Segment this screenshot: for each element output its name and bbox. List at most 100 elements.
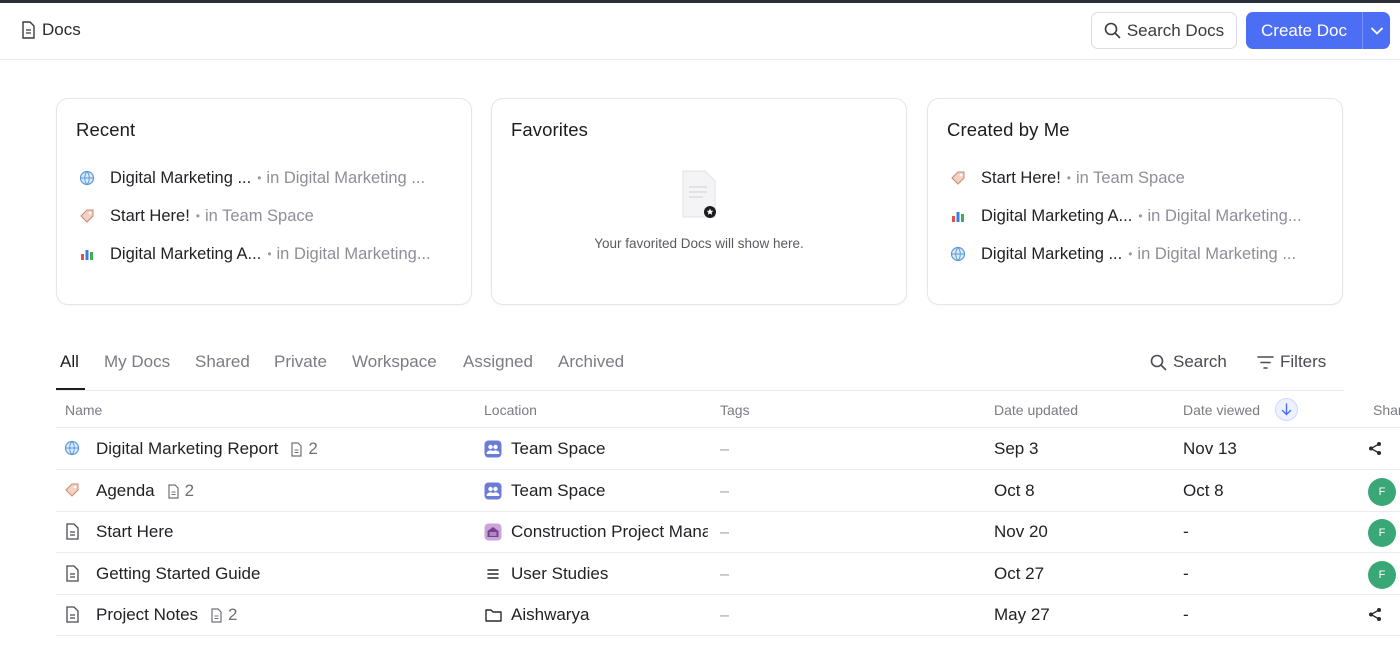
tag-icon (77, 208, 97, 224)
create-doc-dropdown[interactable] (1363, 27, 1390, 35)
avatar[interactable]: F (1368, 561, 1396, 589)
created-item[interactable]: Digital Marketing ... • in Digital Marke… (948, 235, 1326, 273)
created-item-location: in Digital Marketing... (1147, 206, 1302, 225)
table-row[interactable]: Digital Marketing Report 2 Team Space – S… (56, 428, 1400, 470)
column-name[interactable]: Name (65, 402, 102, 418)
separator-dot: • (1128, 247, 1133, 261)
doc-date-updated: Sep 3 (994, 439, 1039, 458)
table-row[interactable]: Project Notes 2 Aishwarya – May 27 - (56, 594, 1400, 636)
doc-location-label: User Studies (511, 564, 609, 583)
filter-icon (1257, 355, 1274, 369)
folder-icon (484, 606, 502, 624)
filters-button[interactable]: Filters (1257, 352, 1326, 372)
tab-shared[interactable]: Shared (195, 352, 250, 372)
column-date-updated[interactable]: Date updated (994, 402, 1078, 418)
filters-label: Filters (1280, 352, 1327, 371)
doc-name[interactable]: Getting Started Guide (96, 564, 260, 584)
doc-tags[interactable]: – (720, 605, 729, 625)
page-icon (168, 483, 179, 499)
created-item[interactable]: Digital Marketing A... • in Digital Mark… (948, 197, 1326, 235)
tab-workspace[interactable]: Workspace (352, 352, 437, 372)
doc-icon (22, 21, 35, 39)
separator-dot: • (1066, 171, 1071, 185)
doc-location[interactable]: Construction Project Mana (484, 522, 708, 542)
recent-item-location: in Digital Marketing ... (266, 168, 426, 187)
tab-assigned[interactable]: Assigned (463, 352, 533, 372)
doc-tags[interactable]: – (720, 481, 729, 501)
recent-item-location: in Team Space (204, 206, 314, 225)
page-icon (211, 607, 222, 623)
doc-location[interactable]: User Studies (484, 564, 708, 584)
avatar[interactable]: F (1368, 519, 1396, 547)
doc-name-label: Digital Marketing Report (96, 439, 279, 458)
created-item[interactable]: Start Here! • in Team Space (948, 159, 1326, 197)
separator-dot: • (195, 209, 200, 223)
separator-dot: • (1138, 209, 1143, 223)
column-location[interactable]: Location (484, 402, 537, 418)
bar-chart-icon (948, 208, 968, 224)
created-by-me-card: Created by Me Start Here! • in Team Spac… (927, 98, 1343, 305)
created-item-location: in Digital Marketing ... (1137, 244, 1297, 263)
page-title: Docs (20, 20, 81, 40)
recent-item[interactable]: Start Here! • in Team Space (77, 197, 455, 235)
doc-location[interactable]: Aishwarya (484, 605, 708, 625)
page-icon (291, 441, 302, 457)
doc-name-label: Getting Started Guide (96, 564, 261, 583)
favorites-empty-text: Your favorited Docs will show here. (594, 236, 804, 251)
globe-icon (64, 440, 82, 456)
doc-date-viewed: - (1183, 605, 1189, 624)
favorites-empty-state: Your favorited Docs will show here. (492, 169, 906, 251)
recent-item-name: Start Here! (110, 206, 190, 225)
created-item-name: Start Here! (981, 168, 1061, 187)
doc-name[interactable]: Project Notes 2 (96, 605, 238, 625)
subpage-count-value: 2 (228, 605, 238, 624)
doc-icon (64, 606, 82, 623)
tab-archived[interactable]: Archived (558, 352, 624, 372)
column-date-viewed[interactable]: Date viewed (1183, 402, 1260, 418)
tab-private[interactable]: Private (274, 352, 327, 372)
table-search-button[interactable]: Search (1150, 352, 1227, 372)
recent-item[interactable]: Digital Marketing ... • in Digital Marke… (77, 159, 455, 197)
doc-name[interactable]: Start Here (96, 522, 173, 542)
chevron-down-icon (1370, 27, 1383, 35)
tab-my-docs[interactable]: My Docs (104, 352, 170, 372)
separator-dot: • (267, 247, 272, 261)
doc-date-viewed: Oct 8 (1183, 481, 1224, 500)
doc-location[interactable]: Team Space (484, 439, 708, 459)
doc-tags[interactable]: – (720, 564, 729, 584)
doc-tags[interactable]: – (720, 439, 729, 459)
list-icon (484, 565, 502, 583)
column-sharing[interactable]: Shar (1373, 402, 1400, 418)
doc-icon (64, 565, 82, 582)
doc-location-label: Aishwarya (511, 605, 590, 624)
share-icon[interactable] (1368, 441, 1382, 456)
tab-all[interactable]: All (60, 352, 79, 372)
recent-item[interactable]: Digital Marketing A... • in Digital Mark… (77, 235, 455, 273)
search-icon (1150, 354, 1167, 370)
created-item-name: Digital Marketing ... (981, 244, 1123, 263)
shared-with[interactable]: F (1368, 478, 1396, 506)
doc-name[interactable]: Digital Marketing Report 2 (96, 439, 318, 459)
avatar[interactable]: F (1368, 478, 1396, 506)
doc-name[interactable]: Agenda 2 (96, 481, 194, 501)
table-row[interactable]: Agenda 2 Team Space – Oct 8 Oct 8 F (56, 470, 1400, 512)
table-row[interactable]: Start Here Construction Project Mana – N… (56, 511, 1400, 553)
doc-location[interactable]: Team Space (484, 481, 708, 501)
create-doc-button[interactable]: Create Doc (1246, 12, 1390, 49)
search-docs-button[interactable]: Search Docs (1091, 12, 1237, 49)
doc-date-viewed: - (1183, 522, 1189, 541)
share-icon[interactable] (1368, 607, 1382, 622)
globe-icon (948, 246, 968, 262)
sort-descending-icon[interactable] (1275, 398, 1298, 421)
doc-location-label: Team Space (511, 439, 606, 458)
shared-with[interactable]: F (1368, 519, 1396, 547)
recent-item-name: Digital Marketing ... (110, 168, 252, 187)
subpage-count-value: 2 (308, 439, 318, 458)
column-tags[interactable]: Tags (720, 402, 750, 418)
shared-with[interactable]: F (1368, 561, 1396, 589)
active-tab-indicator (56, 388, 85, 390)
table-row[interactable]: Getting Started Guide User Studies – Oct… (56, 553, 1400, 595)
doc-tags[interactable]: – (720, 522, 729, 542)
page-title-label: Docs (42, 20, 81, 39)
search-icon (1104, 22, 1121, 39)
